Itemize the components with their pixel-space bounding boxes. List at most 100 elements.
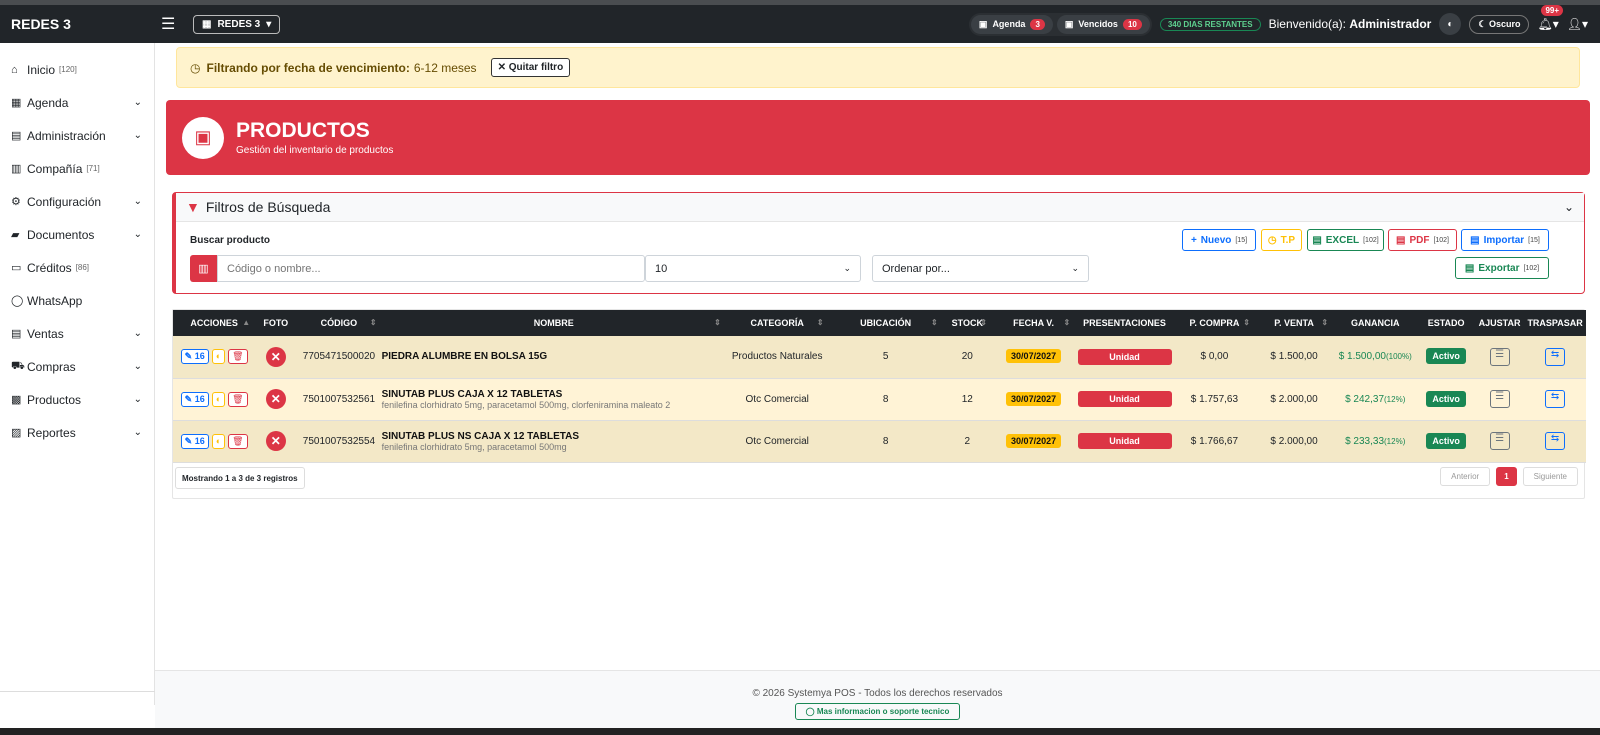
column-header[interactable]: UBICACIÓN ⇕ (828, 310, 943, 336)
navbar-right: ▣ Agenda 3 ▣ Vencidos 10 340 DIAS RESTAN… (968, 5, 1588, 36)
column-header: ESTADO (1417, 310, 1475, 336)
remove-filter-button[interactable]: ✕ Quitar filtro (490, 58, 571, 77)
filters-header[interactable]: ▼ Filtros de Búsqueda ⌄ (176, 193, 1584, 222)
toggle-button[interactable]: ◐ (211, 391, 226, 407)
agenda-pill[interactable]: ▣ Agenda 3 (970, 14, 1053, 34)
transfer-icon: ⇆ (1550, 391, 1560, 402)
palette-icon[interactable]: ◐ (1439, 13, 1462, 35)
adjust-button[interactable]: ☰ (1489, 432, 1510, 450)
order-by-value: Ordenar por... (882, 262, 950, 275)
top-navbar: REDES 3 ☰ ▦ REDES 3 ▾ ▣ Agenda 3 ▣ Venci… (0, 5, 1600, 43)
delete-button[interactable]: 🗑︎ (228, 391, 248, 407)
table-header-row: ACCIONES ▲ FOTO CÓDIGO ⇕ NOMBRE ⇕ CATEGORÍA… (173, 310, 1586, 336)
excel-button[interactable]: ▤ EXCEL [102] (1307, 229, 1384, 251)
sidebar-item-ventas[interactable]: ▤ Ventas ⌄ (0, 317, 154, 350)
delete-button[interactable]: 🗑︎ (228, 349, 248, 365)
vencidos-pill[interactable]: ▣ Vencidos 10 (1056, 14, 1150, 34)
column-header[interactable]: FECHA V. ⇕ (991, 310, 1076, 336)
notifications-button[interactable]: 🔔︎▾ 99+ (1537, 5, 1564, 31)
bell-icon: 🔔︎▾ (1537, 17, 1559, 31)
barcode-scan-button[interactable]: ▥ (190, 255, 217, 282)
search-input[interactable] (217, 255, 645, 282)
sidebar-item-configuracion[interactable]: ⚙ Configuración ⌄ (0, 185, 154, 218)
welcome-text: Bienvenido(a): Administrador (1269, 17, 1432, 31)
moon-icon: ☾ (1478, 18, 1487, 29)
sidebar-item-compania[interactable]: ▥ Compañía [71] (0, 152, 154, 185)
chevron-down-icon[interactable]: ⌄ (1564, 200, 1574, 214)
transfer-button[interactable]: ⇆ (1545, 347, 1566, 366)
support-button[interactable]: ◯ Mas informacion o soporte tecnico (794, 703, 961, 720)
status-badge[interactable]: Activo (1426, 432, 1466, 449)
sidebar-item-compras[interactable]: ⛟ Compras ⌄ (0, 350, 154, 383)
column-header[interactable]: STOCK ⇕ (942, 310, 992, 336)
buy-price: $ 1.757,63 (1173, 378, 1255, 421)
sidebar-item-label: WhatsApp (27, 293, 83, 308)
user-menu-icon[interactable]: 👤︎▾ (1567, 17, 1588, 31)
sidebar-item-productos[interactable]: ▩ Productos ⌄ (0, 383, 154, 416)
sidebar-item-administracion[interactable]: ▤ Administración ⌄ (0, 119, 154, 152)
column-header[interactable]: NOMBRE ⇕ (381, 310, 726, 336)
column-header[interactable]: ACCIONES ▲ (173, 310, 256, 336)
sidebar-footer (0, 691, 155, 705)
sidebar-item-count: [120] (59, 65, 77, 74)
adjust-button[interactable]: ☰ (1489, 390, 1510, 408)
page-1-button[interactable]: 1 (1496, 467, 1517, 486)
column-header[interactable]: P. VENTA ⇕ (1255, 310, 1334, 336)
company-selector[interactable]: ▦ REDES 3 ▾ (193, 14, 281, 34)
column-header: GANANCIA (1333, 310, 1418, 336)
sidebar-item-documentos[interactable]: ▰ Documentos ⌄ (0, 218, 154, 251)
product-name: PIEDRA ALUMBRE EN BOLSA 15G (381, 351, 548, 363)
status-badge[interactable]: Activo (1426, 348, 1466, 365)
next-page-button[interactable]: Siguiente (1522, 467, 1578, 486)
presentation-badge[interactable]: Unidad (1077, 348, 1172, 365)
sidebar-item-label: Inicio (27, 62, 56, 77)
sidebar-item-reportes[interactable]: ▨ Reportes ⌄ (0, 416, 154, 449)
column-header[interactable]: CATEGORÍA ⇕ (725, 310, 829, 336)
transfer-icon: ⇆ (1550, 348, 1560, 360)
brand-title[interactable]: REDES 3 (11, 16, 151, 32)
toggle-button[interactable]: ◐ (211, 349, 226, 365)
sidebar-item-creditos[interactable]: ▭ Créditos [86] (0, 251, 154, 284)
sidebar-item-agenda[interactable]: ▦ Agenda ⌄ (0, 86, 154, 119)
edit-button[interactable]: ✎ 16 (180, 433, 209, 449)
import-count: [15] (1528, 236, 1540, 244)
import-button[interactable]: ▤ Importar [15] (1461, 229, 1549, 251)
boxes-icon: ▩ (11, 394, 22, 406)
sliders-icon: ☰ (1495, 391, 1505, 402)
delete-button[interactable]: 🗑︎ (228, 433, 248, 449)
sell-price: $ 1.500,00 (1255, 336, 1334, 379)
sidebar-item-whatsapp[interactable]: ◯ WhatsApp (0, 284, 154, 317)
tp-button[interactable]: ◷ T.P (1261, 229, 1302, 251)
toggle-button[interactable]: ◐ (211, 433, 226, 449)
presentation-badge[interactable]: Unidad (1077, 433, 1172, 449)
order-by-select[interactable]: Ordenar por... ⌄ (872, 255, 1089, 282)
page-size-select[interactable]: 10 ⌄ (645, 255, 861, 282)
table-row: ✎ 16 ◐ 🗑︎ ✕ 7501007532554 SINUTAB PLUS N… (173, 420, 1586, 463)
transfer-button[interactable]: ⇆ (1545, 390, 1566, 408)
close-icon: ✕ (497, 62, 506, 73)
box-icon: ▣ (182, 116, 224, 159)
export-button[interactable]: ▤ Exportar [102] (1455, 257, 1549, 279)
column-header[interactable]: P. COMPRA ⇕ (1173, 310, 1255, 336)
chevron-down-icon: ⌄ (133, 394, 142, 405)
presentation-badge[interactable]: Unidad (1077, 391, 1172, 407)
theme-toggle-button[interactable]: ☾ Oscuro (1469, 14, 1530, 34)
register-icon: ▤ (11, 328, 22, 340)
excel-label: EXCEL (1325, 234, 1360, 246)
edit-button[interactable]: ✎ 16 (180, 391, 209, 407)
filter-alert-value: 6-12 meses (413, 60, 477, 75)
adjust-button[interactable]: ☰ (1489, 347, 1510, 366)
chevron-down-icon: ⌄ (133, 130, 142, 141)
pdf-button[interactable]: ▤ PDF [102] (1388, 229, 1457, 251)
sidebar-item-label: Productos (27, 392, 82, 407)
prev-page-button[interactable]: Anterior (1440, 467, 1491, 486)
column-header[interactable]: CÓDIGO ⇕ (296, 310, 382, 336)
status-badge[interactable]: Activo (1426, 390, 1466, 407)
new-product-button[interactable]: + Nuevo [15] (1182, 229, 1256, 251)
pdf-count: [102] (1433, 236, 1450, 244)
transfer-button[interactable]: ⇆ (1545, 432, 1566, 450)
sidebar-item-inicio[interactable]: ⌂ Inicio [120] (0, 53, 154, 86)
edit-button[interactable]: ✎ 16 (180, 349, 209, 365)
menu-toggle-icon[interactable]: ☰ (161, 14, 193, 34)
sell-price: $ 2.000,00 (1255, 420, 1334, 463)
